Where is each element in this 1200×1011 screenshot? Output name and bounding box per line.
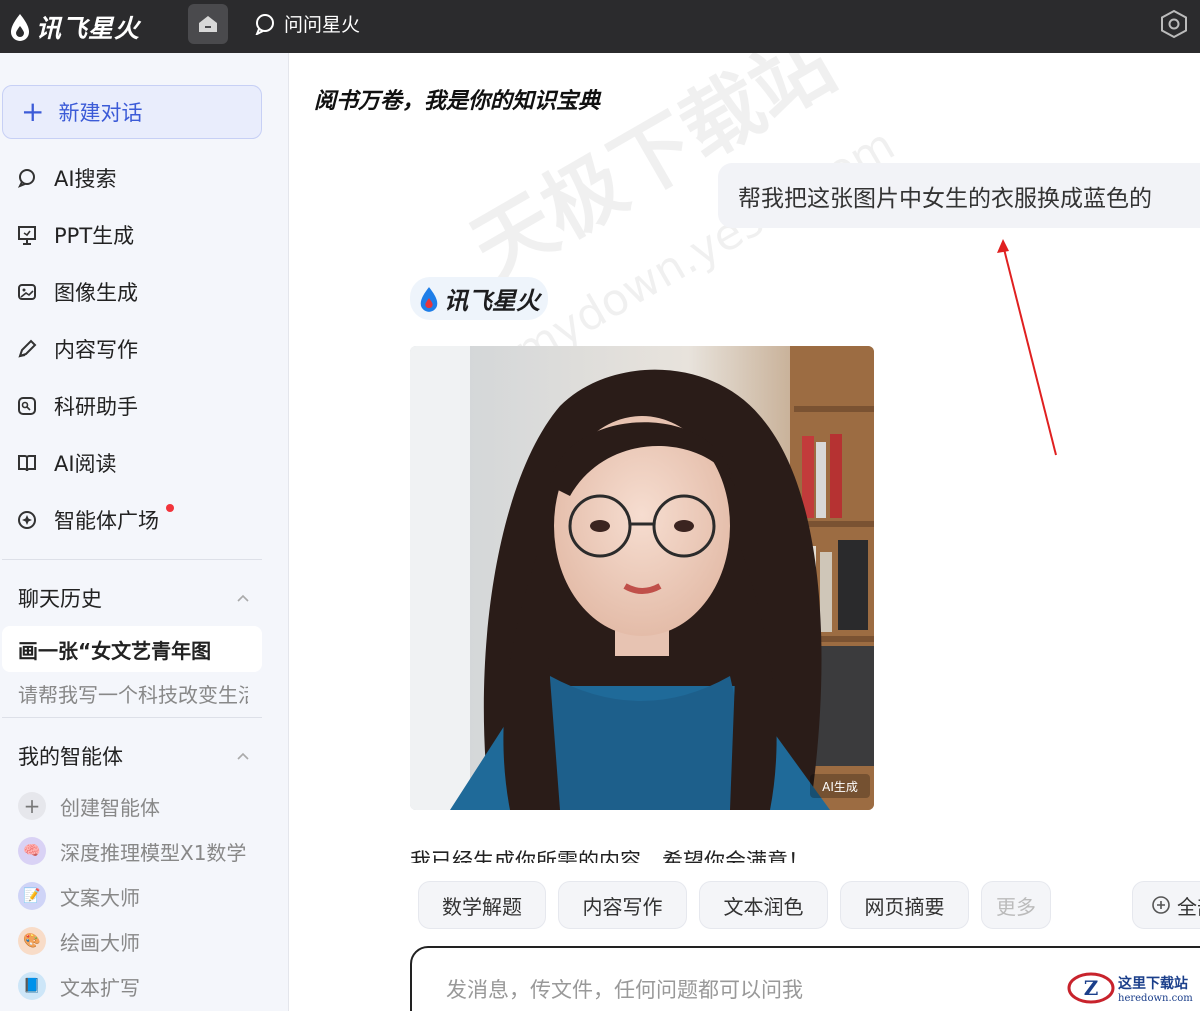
plus-icon: + [21,95,45,128]
brand-name: 讯飞星火 [36,14,141,43]
home-button[interactable] [188,4,228,44]
tab-ask-spark[interactable]: 问问星火 [254,10,360,37]
chip-web-summary[interactable]: 网页摘要 [840,881,969,929]
page-title: 阅书万卷，我是你的知识宝典 [314,89,601,114]
settings-hexagon-icon [1161,9,1187,39]
history-item-label: 画一张“女文艺青年图 [18,638,212,663]
divider [2,717,262,718]
chat-history-header[interactable]: 聊天历史 [18,583,250,613]
agent-item-create[interactable]: + 创建智能体 [18,788,160,824]
notification-dot [166,504,174,512]
sidebar-item-image-gen[interactable]: 图像生成 [16,272,138,312]
sidebar-item-label: AI搜索 [54,167,117,191]
quick-action-chips: 数学解题 内容写作 文本润色 网页摘要 更多 [418,881,1063,929]
sidebar-item-agent-plaza[interactable]: 智能体广场 [16,500,174,540]
plus-circle-icon [1152,896,1170,914]
history-item[interactable]: 请帮我写一个科技改变生活 [18,679,248,709]
book-icon [18,455,36,472]
sidebar-item-ppt[interactable]: PPT生成 [16,215,134,255]
settings-button[interactable] [1158,8,1190,40]
history-item-active[interactable]: 画一张“女文艺青年图 [2,626,262,672]
agent-label: 绘画大师 [60,930,140,955]
sidebar-item-research[interactable]: 科研助手 [16,386,138,426]
history-item-label: 请帮我写一个科技改变生活 [18,683,248,707]
agent-label: 深度推理模型X1数学 [60,840,247,865]
user-message-text: 帮我把这张图片中女生的衣服换成蓝色的 [738,185,1152,212]
search-chat-icon [17,169,35,188]
corner-watermark-url: heredown.com [1118,992,1193,1004]
sidebar-item-label: 内容写作 [54,338,138,362]
chevron-up-icon[interactable] [236,749,250,763]
ai-generated-tag: AI生成 [822,780,858,794]
agent-label: 文案大师 [60,885,140,910]
chat-main: 天极下载站 mydown.yesky.com 阅书万卷，我是你的知识宝典 帮我把… [290,53,1200,1011]
generated-image[interactable]: AI生成 [410,346,874,810]
user-message: 帮我把这张图片中女生的衣服换成蓝色的 [718,163,1200,228]
sidebar-item-label: AI阅读 [54,452,117,476]
presentation-icon [18,226,36,245]
agent-avatar-icon: 🧠 [18,837,46,865]
sidebar-item-writing[interactable]: 内容写作 [16,329,138,369]
agent-avatar-icon: 🎨 [18,927,46,955]
pen-icon [18,339,37,358]
bot-name: 讯飞星火 [444,287,540,315]
agent-label: 创建智能体 [60,795,160,820]
agent-plaza-icon [18,511,36,529]
sidebar-item-ai-search[interactable]: AI搜索 [16,158,117,198]
plus-icon: + [18,792,46,820]
divider [2,559,262,560]
all-tools-label: 全部 [1177,894,1200,919]
chat-bubble-icon [255,13,274,35]
sidebar-item-label: 图像生成 [54,281,138,305]
home-icon [199,16,217,32]
corner-watermark: Z 这里下载站 heredown.com [1066,970,1193,1006]
agent-item[interactable]: 🧠 深度推理模型X1数学 [18,833,246,869]
chip-math[interactable]: 数学解题 [418,881,546,929]
chip-polish[interactable]: 文本润色 [699,881,828,929]
sidebar-item-label: 智能体广场 [54,509,159,533]
all-tools-button[interactable]: 全部 [1132,881,1200,929]
sidebar: + 新建对话 AI搜索 PPT生成 图像生成 内容写作 科研助手 AI阅读 智能… [0,53,289,1011]
new-chat-label: 新建对话 [58,101,143,125]
chip-writing[interactable]: 内容写作 [558,881,687,929]
chevron-up-icon[interactable] [236,591,250,605]
sidebar-item-ai-reading[interactable]: AI阅读 [16,443,117,483]
watermark-url: mydown.yesky.com [506,119,904,378]
bot-reply-text: 我已经生成你所需的内容，希望你会满意！ [410,849,809,863]
chat-history-title: 聊天历史 [18,587,102,611]
image-icon [18,284,36,300]
bot-name-badge: 讯飞星火 [410,277,548,320]
spark-logo-icon [420,286,438,312]
agent-avatar-icon: 📘 [18,972,46,1000]
sidebar-item-label: 科研助手 [54,395,138,419]
corner-watermark-title: 这里下载站 [1118,975,1188,992]
my-agents-title: 我的智能体 [18,745,123,769]
svg-text:Z: Z [1084,976,1099,1000]
top-bar: 讯飞星火 问问星火 [0,0,1200,53]
portrait-illustration: AI生成 [410,346,874,810]
agent-avatar-icon: 📝 [18,882,46,910]
brand-logo[interactable]: 讯飞星火 [8,9,140,45]
my-agents-header[interactable]: 我的智能体 [18,741,250,771]
agent-label: 文本扩写 [60,975,140,1000]
agent-item[interactable]: 📘 文本扩写 [18,968,140,1004]
sidebar-item-label: PPT生成 [54,224,135,248]
tab-label: 问问星火 [284,14,361,36]
spark-logo-icon [11,14,29,41]
message-input-placeholder: 发消息，传文件，任何问题都可以问我 [446,978,803,1002]
agent-item[interactable]: 📝 文案大师 [18,878,140,914]
research-icon [18,397,36,415]
new-chat-button[interactable]: + 新建对话 [2,85,262,139]
agent-item[interactable]: 🎨 绘画大师 [18,923,140,959]
corner-logo-icon: Z [1067,972,1115,1004]
chip-more[interactable]: 更多 [981,881,1051,929]
